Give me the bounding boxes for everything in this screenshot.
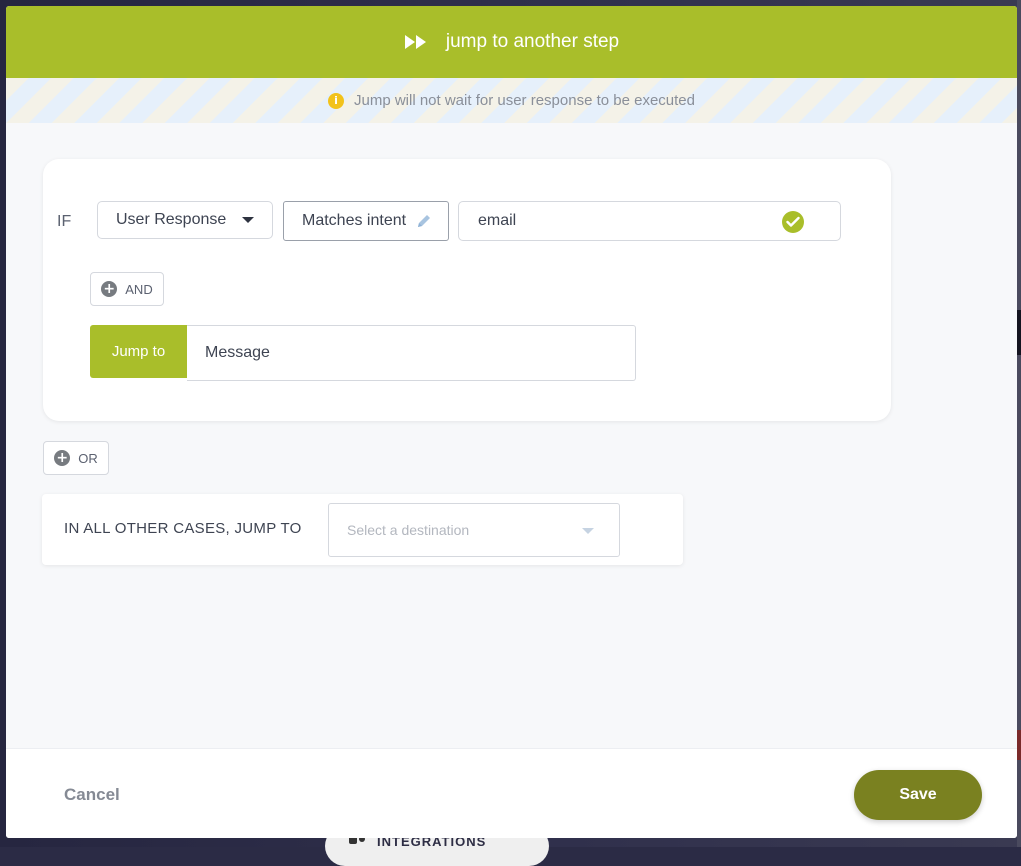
or-label: OR — [78, 450, 98, 466]
cancel-button[interactable]: Cancel — [64, 785, 120, 805]
intent-value-text: email — [478, 212, 517, 229]
and-label: AND — [125, 281, 153, 297]
background-mark — [1017, 310, 1021, 355]
modal-header: jump to another step — [6, 6, 1017, 78]
fast-forward-icon — [404, 34, 428, 50]
destination-dropdown[interactable]: Select a destination — [328, 503, 620, 557]
condition-field-dropdown[interactable]: User Response — [97, 201, 273, 239]
notice-text: Jump will not wait for user response to … — [353, 92, 695, 109]
background-edge — [1017, 0, 1021, 847]
background-mark-red — [1017, 730, 1021, 760]
condition-operator-label: Matches intent — [302, 212, 407, 229]
notice-banner: i Jump will not wait for user response t… — [6, 78, 1017, 123]
jump-to-label: Jump to — [90, 325, 187, 378]
add-or-rule-button[interactable]: + OR — [43, 441, 109, 475]
jump-to-group: Jump to Message — [90, 325, 636, 381]
save-button[interactable]: Save — [854, 770, 982, 820]
chevron-down-icon — [242, 217, 255, 223]
jump-target-select[interactable]: Message — [187, 325, 636, 381]
jump-target-value: Message — [205, 344, 270, 361]
plus-circle-icon: + — [101, 281, 118, 297]
rule-card: IF User Response Matches intent email + … — [43, 159, 891, 421]
pencil-icon — [416, 213, 432, 229]
info-icon: i — [327, 92, 344, 109]
if-label: IF — [57, 213, 72, 230]
condition-field-label: User Response — [116, 211, 227, 228]
other-cases-card: IN ALL OTHER CASES, JUMP TO Select a des… — [42, 494, 683, 565]
condition-operator-button[interactable]: Matches intent — [283, 201, 449, 241]
modal-title: jump to another step — [445, 31, 620, 52]
chevron-down-icon — [582, 528, 594, 534]
destination-placeholder: Select a destination — [347, 522, 470, 538]
check-circle-icon — [782, 211, 804, 233]
plus-circle-icon: + — [54, 450, 71, 466]
modal-footer: Cancel Save — [6, 748, 1017, 838]
add-and-condition-button[interactable]: + AND — [90, 272, 164, 306]
other-cases-label: IN ALL OTHER CASES, JUMP TO — [64, 520, 302, 537]
intent-value-input[interactable]: email — [458, 201, 841, 241]
jump-step-modal: jump to another step i Jump will not wai… — [6, 6, 1017, 838]
